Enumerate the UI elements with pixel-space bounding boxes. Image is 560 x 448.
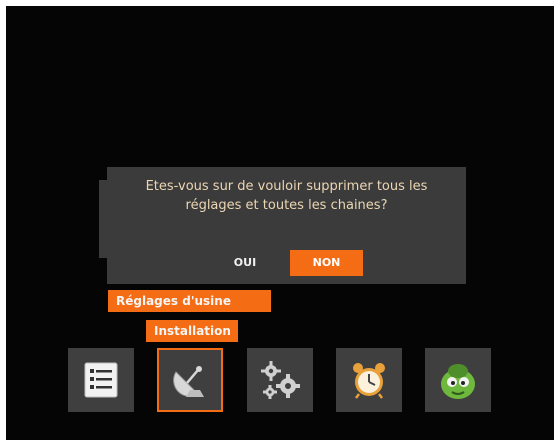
alarm-clock-icon — [353, 363, 385, 399]
menu-button-installation[interactable] — [157, 348, 223, 412]
no-button[interactable]: NON — [290, 250, 363, 276]
dialog-message-line-1: Etes-vous sur de vouloir supprimer tous … — [145, 179, 428, 194]
menu-button-settings[interactable] — [247, 348, 313, 412]
menu-item-installation[interactable]: Installation — [146, 320, 238, 342]
menu-button-channel-list[interactable] — [68, 348, 134, 412]
dialog-message-line-2: réglages et toutes les chaines? — [185, 198, 388, 213]
dialog-message: Etes-vous sur de vouloir supprimer tous … — [107, 177, 466, 215]
channel-list-icon — [84, 362, 118, 398]
gears-icon — [261, 361, 300, 399]
menu-item-factory-settings[interactable]: Réglages d'usine — [108, 290, 271, 312]
game-character-icon — [441, 364, 475, 399]
menu-button-games[interactable] — [425, 348, 491, 412]
yes-button[interactable]: OUI — [218, 250, 272, 276]
confirm-dialog: Etes-vous sur de vouloir supprimer tous … — [107, 167, 466, 284]
menu-button-timer[interactable] — [336, 348, 402, 412]
satellite-dish-icon — [173, 366, 204, 397]
